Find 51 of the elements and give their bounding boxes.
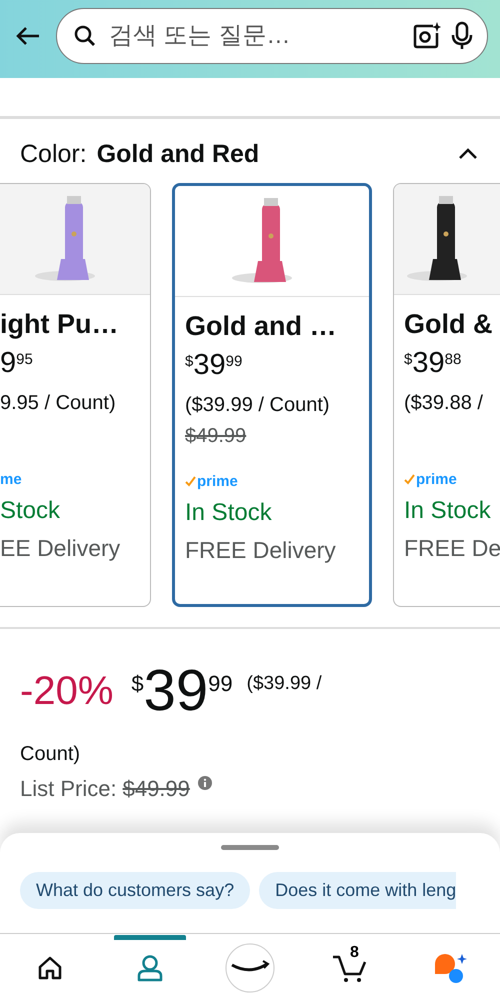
option-name: Gold & (404, 309, 494, 341)
price-whole: 9 (0, 347, 16, 379)
chevron-up-icon[interactable] (458, 147, 478, 161)
microphone-icon[interactable] (451, 21, 473, 51)
info-icon[interactable] (198, 776, 212, 790)
stock-status: Stock (0, 497, 62, 526)
person-icon (136, 954, 164, 982)
suggestion-chip[interactable]: What do customers say? (20, 872, 250, 909)
stock-status: In Stock (185, 499, 273, 528)
currency-symbol: $ (404, 351, 412, 368)
currency-symbol: $ (131, 671, 144, 697)
price-whole: 39 (144, 659, 208, 723)
check-icon (185, 476, 196, 486)
price-fraction: 88 (444, 351, 462, 368)
price-whole: 39 (193, 349, 226, 381)
color-label: Color: (20, 140, 87, 168)
list-price: $49.99 (185, 425, 248, 449)
unit-price: ($39.99 / Count) (185, 392, 331, 418)
option-name: ight Pu… (0, 309, 120, 341)
delivery-info: FREE De (404, 535, 500, 562)
prime-logo: me (0, 470, 22, 488)
currency-symbol: $ (185, 353, 194, 370)
sheet-handle[interactable] (221, 845, 279, 850)
search-icon (73, 24, 97, 48)
chat-bubbles-icon (432, 952, 468, 984)
delivery-info: EE Delivery (0, 535, 122, 562)
stock-status: In Stock (404, 497, 492, 526)
price-whole: 39 (412, 347, 445, 379)
check-icon (404, 474, 415, 484)
list-price: $49.99 (122, 776, 190, 802)
nav-tab[interactable]: 8 (314, 935, 386, 995)
prime-logo: prime (416, 470, 457, 488)
cart-count: 8 (350, 944, 359, 962)
search-bar[interactable]: 검색 또는 질문… (56, 8, 488, 64)
discount-percent: -20% (20, 669, 114, 714)
selected-color: Gold and Red (96, 140, 260, 168)
unit-price: 9.95 / Count) (0, 390, 117, 416)
list-price-label: List Price: (20, 776, 117, 802)
suggestion-chip[interactable]: Does it come with leng (259, 872, 456, 909)
unit-price: Count) (19, 742, 82, 766)
camera-icon[interactable] (411, 21, 441, 51)
delivery-info: FREE Delivery (185, 537, 337, 564)
option-name: Gold and … (185, 311, 338, 343)
prime-logo: prime (197, 472, 238, 490)
price-fraction: 95 (16, 351, 33, 368)
smile-logo-icon (225, 942, 275, 992)
unit-price: ($39.99 / (246, 673, 322, 695)
home-icon (37, 954, 63, 980)
unit-price: ($39.88 / (404, 390, 484, 416)
price-fraction: 99 (226, 353, 242, 370)
price-fraction: 99 (208, 671, 233, 697)
